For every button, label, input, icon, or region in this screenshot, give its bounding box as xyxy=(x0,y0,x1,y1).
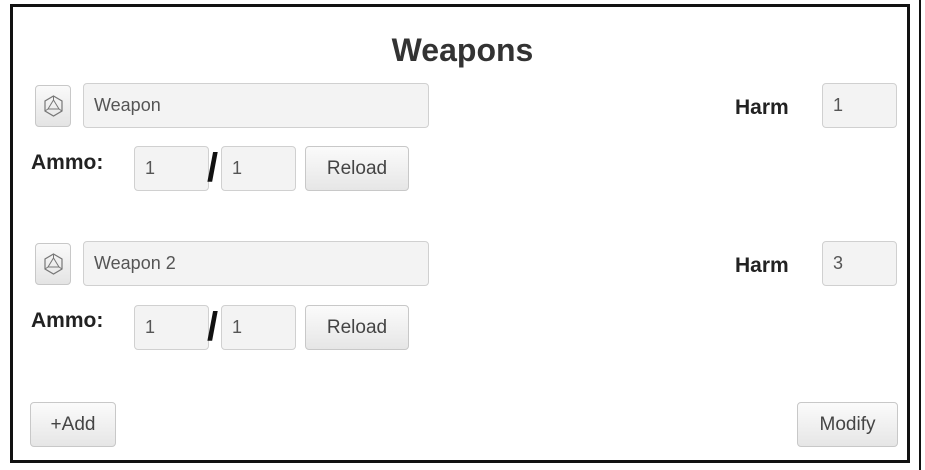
d20-dice-icon xyxy=(44,95,63,117)
d20-dice-icon-button[interactable] xyxy=(35,243,71,285)
ammo-current-input[interactable] xyxy=(134,146,209,191)
harm-input[interactable] xyxy=(822,83,897,128)
reload-button[interactable]: Reload xyxy=(305,146,409,191)
ammo-separator: / xyxy=(207,305,219,349)
page-title: Weapons xyxy=(391,32,534,68)
d20-dice-icon-button[interactable] xyxy=(35,85,71,127)
ammo-max-input[interactable] xyxy=(221,305,296,350)
weapons-panel xyxy=(10,4,910,463)
harm-label: Harm xyxy=(735,254,789,277)
weapon-name-input[interactable] xyxy=(83,241,429,286)
reload-button[interactable]: Reload xyxy=(305,305,409,350)
modify-button[interactable]: Modify xyxy=(797,402,898,447)
d20-dice-icon xyxy=(44,253,63,275)
ammo-label: Ammo: xyxy=(31,309,104,332)
weapon-name-input[interactable] xyxy=(83,83,429,128)
ammo-separator: / xyxy=(207,146,219,190)
harm-label: Harm xyxy=(735,96,789,119)
add-weapon-button[interactable]: +Add xyxy=(30,402,116,447)
ammo-current-input[interactable] xyxy=(134,305,209,350)
ammo-label: Ammo: xyxy=(31,151,104,174)
ammo-max-input[interactable] xyxy=(221,146,296,191)
harm-input[interactable] xyxy=(822,241,897,286)
divider xyxy=(919,0,921,470)
